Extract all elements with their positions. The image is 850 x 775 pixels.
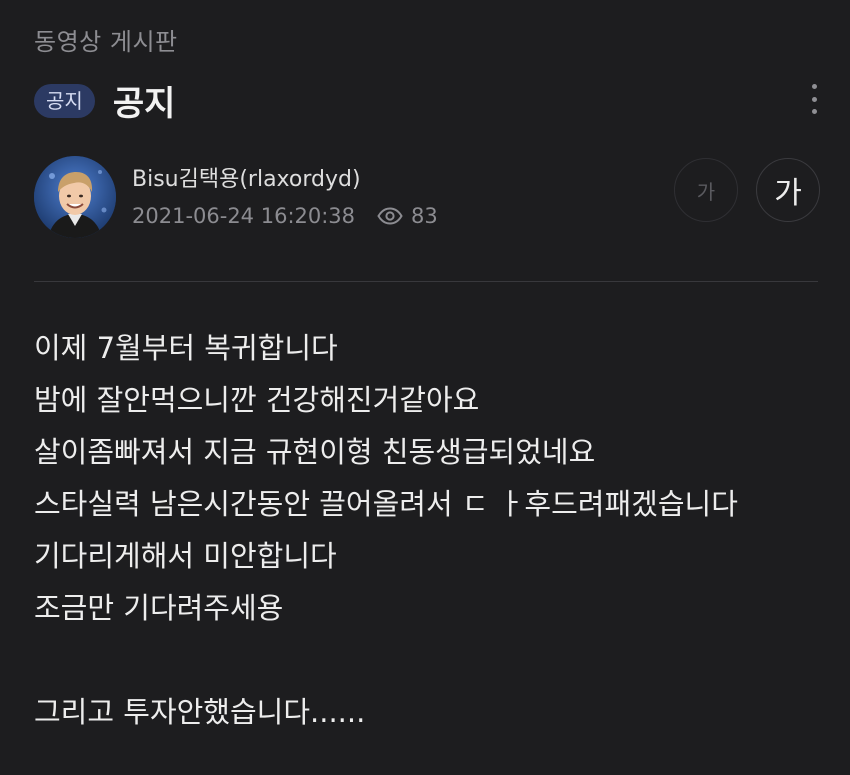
avatar[interactable]	[34, 156, 116, 238]
body-line: 기다리게해서 미안합니다	[34, 539, 337, 573]
notice-badge: 공지	[34, 83, 95, 118]
font-size-increase-button[interactable]: 가	[756, 158, 820, 222]
author-info: Bisu김택용(rlaxordyd) 2021-06-24 16:20:38 8…	[132, 166, 438, 228]
post-body: 이제 7월부터 복귀합니다 밤에 잘안먹으니깐 건강해진거같아요 살이좀빠져서 …	[34, 322, 738, 738]
title-row: 공지 공지	[34, 76, 175, 125]
body-line: 살이좀빠져서 지금 규현이형 친동생급되었네요	[34, 435, 596, 469]
post-datetime: 2021-06-24 16:20:38	[132, 204, 356, 228]
more-options-button[interactable]	[808, 84, 820, 114]
author-row: Bisu김택용(rlaxordyd) 2021-06-24 16:20:38 8…	[34, 156, 438, 238]
body-line	[34, 634, 738, 686]
avatar-image	[34, 156, 116, 238]
more-vertical-icon	[811, 84, 817, 89]
eye-icon	[377, 207, 403, 225]
body-line: 이제 7월부터 복귀합니다	[34, 331, 338, 365]
body-line: 그리고 투자안했습니다......	[34, 695, 366, 729]
divider	[34, 281, 818, 282]
view-count: 83	[411, 204, 438, 228]
post-title: 공지	[112, 84, 176, 124]
post-meta: 2021-06-24 16:20:38 83	[132, 204, 438, 228]
body-line: 밤에 잘안먹으니깐 건강해진거같아요	[34, 383, 480, 417]
board-name[interactable]: 동영상 게시판	[34, 22, 178, 57]
body-line: 스타실력 남은시간동안 끌어올려서 ㄷ ㅏ후드려패겠습니다	[34, 487, 738, 521]
font-size-decrease-button[interactable]: 가	[674, 158, 738, 222]
body-line: 조금만 기다려주세용	[34, 591, 284, 625]
author-name[interactable]: Bisu김택용(rlaxordyd)	[132, 166, 438, 194]
